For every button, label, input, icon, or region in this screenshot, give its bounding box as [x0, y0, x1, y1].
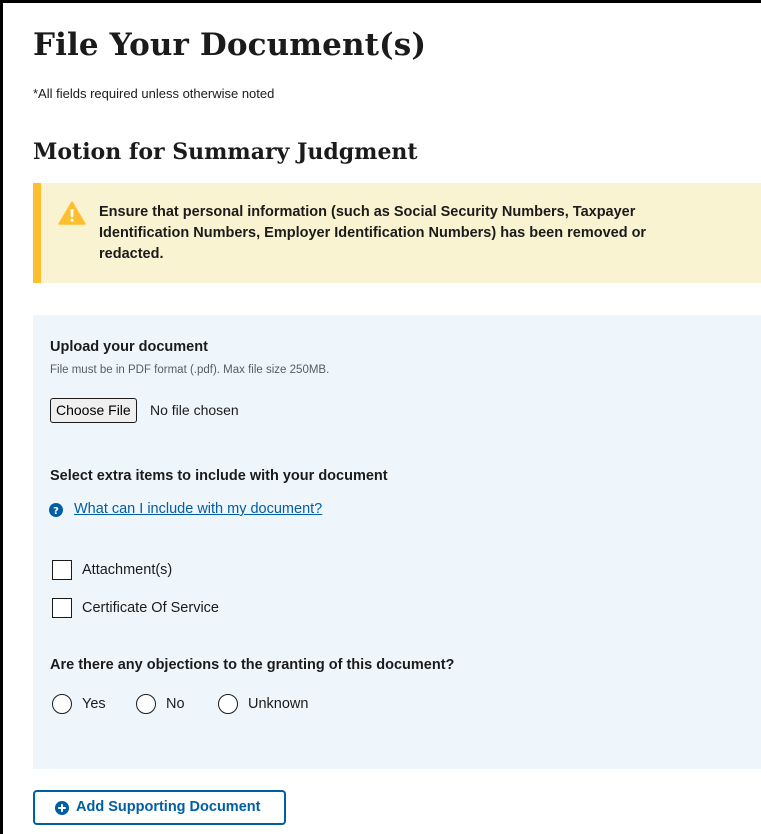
objection-yes-label[interactable]: Yes: [82, 696, 106, 712]
warning-alert: Ensure that personal information (such a…: [33, 183, 761, 283]
warning-triangle-icon: [58, 201, 86, 225]
attachments-label[interactable]: Attachment(s): [82, 562, 172, 578]
attachments-checkbox[interactable]: [52, 560, 72, 580]
what-can-i-include-link[interactable]: What can I include with my document?: [74, 501, 322, 517]
upload-panel: Upload your document File must be in PDF…: [33, 315, 761, 769]
svg-text:?: ?: [53, 506, 59, 517]
upload-label: Upload your document: [50, 339, 208, 355]
warning-text: Ensure that personal information (such a…: [99, 204, 647, 262]
file-status: No file chosen: [150, 402, 239, 418]
objection-no-label[interactable]: No: [166, 696, 185, 712]
add-supporting-document-button[interactable]: Add Supporting Document: [33, 790, 286, 825]
page-frame: File Your Document(s) *All fields requir…: [0, 0, 761, 834]
objection-no-radio[interactable]: [136, 694, 156, 714]
question-circle-icon: ?: [49, 503, 63, 517]
document-type-title: Motion for Summary Judgment: [33, 139, 418, 165]
extra-items-label: Select extra items to include with your …: [50, 468, 388, 484]
certificate-of-service-checkbox[interactable]: [52, 598, 72, 618]
objections-question: Are there any objections to the granting…: [50, 657, 455, 673]
required-fields-note: *All fields required unless otherwise no…: [33, 86, 275, 101]
choose-file-button[interactable]: Choose File: [50, 398, 137, 423]
add-supporting-document-label[interactable]: Add Supporting Document: [76, 799, 260, 815]
objection-yes-radio[interactable]: [52, 694, 72, 714]
upload-hint: File must be in PDF format (.pdf). Max f…: [50, 364, 330, 376]
plus-circle-icon: [55, 801, 69, 815]
certificate-of-service-label[interactable]: Certificate Of Service: [82, 600, 219, 616]
objection-unknown-radio[interactable]: [218, 694, 238, 714]
objection-unknown-label[interactable]: Unknown: [248, 696, 308, 712]
page-title: File Your Document(s): [33, 27, 427, 63]
